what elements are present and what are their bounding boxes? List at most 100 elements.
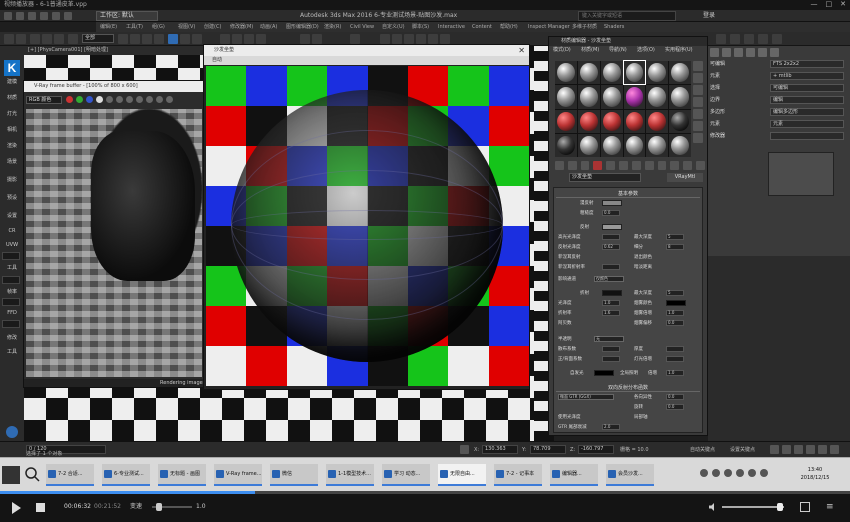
save-image-icon[interactable] [116,96,123,103]
auto-key-button[interactable]: 自动关键点 [690,442,715,458]
taskbar-item[interactable]: 学习 动态... [382,464,430,486]
close-button[interactable]: ✕ [840,0,846,10]
fog-mult-spinner[interactable]: 1.0 [666,310,684,316]
menu-interactive[interactable]: Interactive [438,22,465,32]
menu-group[interactable]: 组(G) [152,22,165,32]
material-slot[interactable] [600,61,623,85]
exit-color-checkbox[interactable]: 退出颜色 [634,254,652,261]
strip-label-model[interactable]: 建模 [1,78,23,85]
menu-views[interactable]: 视图(V) [178,22,195,32]
stop-icon[interactable] [36,503,45,512]
taskbar-item[interactable]: 微信 [270,464,318,486]
volume-slider[interactable] [722,506,784,508]
curve-editor-icon[interactable] [380,34,390,44]
tray-icon[interactable] [712,469,720,477]
roughness-spinner[interactable]: 0.0 [602,210,620,216]
rp-icon-3[interactable] [744,34,754,44]
modifier-item-label[interactable]: 多边形 [708,108,768,117]
volume-slider-knob[interactable] [776,503,783,511]
alpha-channel-icon[interactable] [96,96,103,103]
menu-render[interactable]: 渲染(R) [324,22,341,32]
glossiness-spinner[interactable]: 1.0 [602,300,620,306]
strip-label-cr[interactable]: CR [1,228,23,234]
taskbar-item[interactable]: 7-2 合适... [46,464,94,486]
mirror-icon[interactable] [300,34,310,44]
self-illum-swatch[interactable] [594,370,614,376]
background-icon[interactable] [693,85,703,95]
subdivs-spinner[interactable]: 8 [666,244,684,250]
strip-label-material[interactable]: 材质 [1,94,23,101]
anisotropy-spinner[interactable]: 0.0 [666,394,684,400]
search-icon[interactable] [22,464,42,484]
redo-icon[interactable] [16,34,26,44]
channel-dropdown[interactable]: RGB 颜色 [26,96,62,104]
menu-civil-view[interactable]: Civil View [350,22,374,32]
create-tab-icon[interactable] [710,48,719,57]
render-image[interactable] [26,109,202,377]
start-button[interactable] [2,466,20,484]
menu-content[interactable]: Content [472,22,492,32]
menu-icon[interactable]: ≡ [826,501,838,513]
dim-distance-checkbox[interactable]: 暗淡距离 [634,264,652,271]
refract-max-depth-spinner[interactable]: 5 [666,290,684,296]
material-slot[interactable] [600,133,623,157]
menu-shaders[interactable]: Shaders [604,22,624,32]
rotate-icon[interactable] [180,34,190,44]
play-icon[interactable] [12,502,21,514]
menu-tools[interactable]: 工具(T) [126,22,143,32]
abbe-checkbox[interactable]: 阿贝数 [558,320,572,327]
snap-icon[interactable] [232,34,242,44]
local-axis-radio[interactable]: 局部轴 [634,414,648,421]
thickness-spinner[interactable] [666,346,684,352]
selection-filter-dropdown[interactable]: 全部 [82,34,114,43]
brdf-header[interactable]: 双向反射分布函数 [556,384,700,392]
taskbar-item[interactable]: 无限自由... [438,464,486,486]
mult-spinner[interactable]: 1.0 [666,370,684,376]
render-icon[interactable] [440,34,450,44]
material-slot[interactable] [555,85,577,109]
material-slot[interactable] [600,85,623,109]
preview-title[interactable]: 沙发坐垫 [204,45,529,56]
fwd-bwd-spinner[interactable] [602,356,620,362]
make-unique-icon[interactable] [619,161,628,170]
play-animation-icon[interactable] [794,445,803,454]
fresnel-ior-spinner[interactable] [602,264,620,270]
strip-label-tools-2[interactable]: 工具 [1,348,23,355]
speaker-icon[interactable] [708,502,718,512]
undo-icon[interactable] [52,12,60,20]
unlink-icon[interactable] [42,34,52,44]
ior-spinner[interactable]: 1.6 [602,310,620,316]
material-slot[interactable] [555,133,577,157]
taskbar-item[interactable]: 1-1模型技术... [326,464,374,486]
clock[interactable]: 13:40 2018/12/15 [790,466,840,482]
material-slot[interactable] [646,61,669,85]
bind-space-warp-icon[interactable] [54,34,64,44]
select-by-name-icon[interactable] [130,34,140,44]
modifier-item-field[interactable]: 编辑 [770,96,844,104]
undo-icon[interactable] [4,34,14,44]
rp-icon-5[interactable] [772,34,782,44]
taskbar-item[interactable]: V-Ray frame... [214,464,262,486]
track-mouse-icon[interactable] [146,96,153,103]
fresnel-checkbox[interactable]: 菲涅耳反射 [558,254,581,261]
me-menu-utilities[interactable]: 实用程序(U) [665,46,693,55]
tray-icon[interactable] [700,469,708,477]
material-slot[interactable] [669,109,691,133]
preview-close-button[interactable]: ✕ [518,45,525,56]
strip-label-tools[interactable]: 工具 [1,264,23,271]
material-slot[interactable] [555,61,577,85]
utilities-tab-icon[interactable] [770,48,779,57]
me-menu-material[interactable]: 材质(M) [581,46,599,55]
material-type-button[interactable]: VRayMtl [667,173,703,182]
modifier-item-label[interactable]: 元素 [708,120,768,129]
refract-swatch[interactable] [602,290,622,296]
set-key-button[interactable]: 设置关键点 [730,442,755,458]
show-end-result-icon[interactable] [670,161,680,170]
tail-falloff-spinner[interactable]: 2.0 [602,424,620,430]
menu-create[interactable]: 创建(C) [204,22,221,32]
material-editor-icon[interactable] [404,34,414,44]
copy-material-icon[interactable] [606,161,616,170]
move-icon[interactable] [168,34,178,44]
user-icon[interactable] [6,426,18,438]
material-slot[interactable] [623,85,646,109]
